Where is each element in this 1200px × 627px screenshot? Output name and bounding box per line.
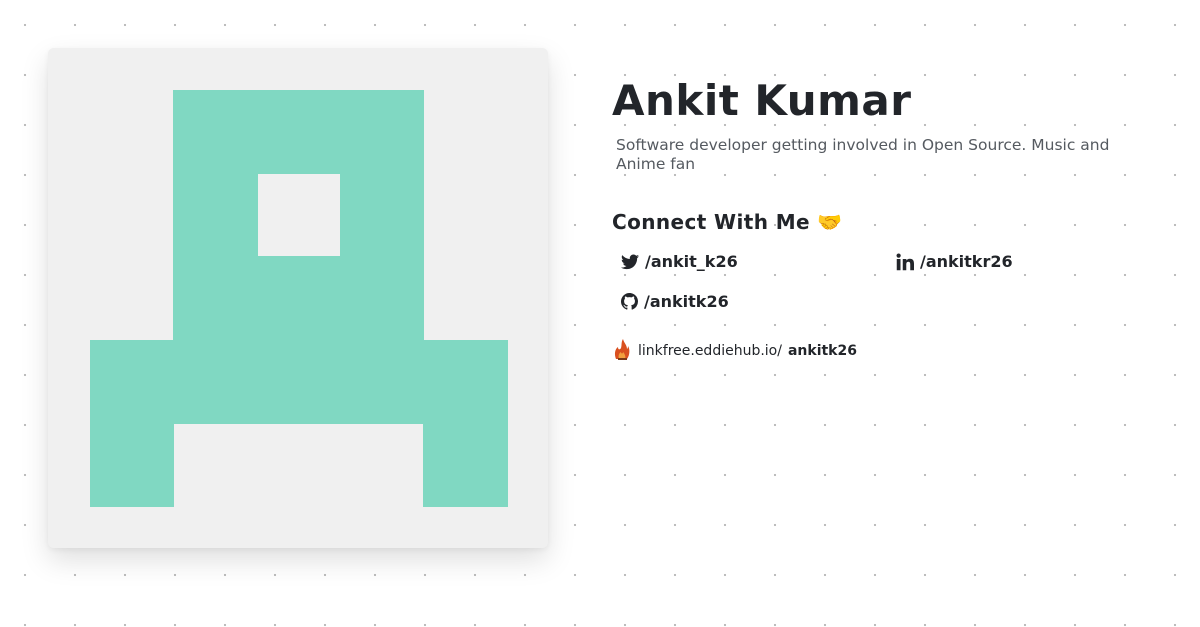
linkfree-logo-icon — [612, 338, 632, 364]
linkedin-link[interactable]: /ankitkr26 — [896, 252, 1013, 271]
avatar — [48, 48, 548, 548]
github-icon — [621, 293, 638, 310]
twitter-icon — [621, 254, 639, 270]
twitter-link[interactable]: /ankit_k26 — [621, 252, 738, 271]
social-links: /ankit_k26 /ankitkr26 /ankitk26 — [612, 252, 1152, 332]
linkedin-handle: /ankitkr26 — [920, 252, 1013, 271]
twitter-handle: /ankit_k26 — [645, 252, 738, 271]
connect-heading: Connect With Me 🤝 — [612, 210, 843, 234]
github-handle: /ankitk26 — [644, 292, 729, 311]
profile-info: Ankit Kumar Software developer getting i… — [612, 74, 1152, 364]
linkfree-username: ankitk26 — [787, 343, 857, 359]
linkedin-icon — [896, 253, 914, 271]
profile-bio: Software developer getting involved in O… — [616, 136, 1110, 173]
linkfree-domain: linkfree.eddiehub.io/ — [638, 343, 782, 359]
linkfree-link[interactable]: linkfree.eddiehub.io/ ankitk26 — [612, 338, 1152, 364]
github-link[interactable]: /ankitk26 — [621, 292, 729, 311]
profile-name: Ankit Kumar — [612, 76, 912, 125]
identicon-avatar-image — [48, 48, 548, 548]
